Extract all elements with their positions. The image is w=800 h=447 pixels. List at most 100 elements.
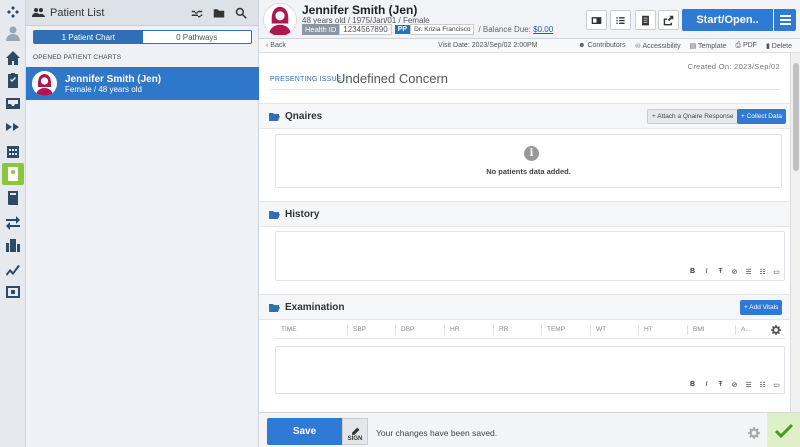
save-button[interactable]: Save [267,418,342,445]
balance-link[interactable]: $0.00 [533,25,553,34]
collect-data-button[interactable]: + Collect Data [737,109,787,124]
main-scrollbar[interactable] [790,53,800,412]
sign-button[interactable]: SIGN [342,418,368,445]
back-link[interactable]: ‹ Back [266,42,286,49]
pen-icon [351,427,359,435]
health-id-value: 1234567890 [339,24,392,35]
hamburger-icon [779,15,791,25]
start-open-button[interactable]: Start/Open.. [682,9,773,31]
inbox-icon[interactable] [2,92,24,114]
folder-open-icon [269,304,280,312]
link-button[interactable]: ⊘ [729,266,740,277]
forward-icon[interactable] [2,116,24,138]
qnaires-empty-text: No patients data added. [486,167,571,176]
transfer-icon[interactable] [2,211,24,233]
history-editor-toolbar: B I Ŧ ⊘ ☰ ☷ ▭ [687,266,782,277]
tab-pathways[interactable]: 0 Pathways [143,31,252,43]
balance-label: / Balance Due: [478,25,531,34]
header-patient-name: Jennifer Smith (Jen) [302,3,418,17]
bullet-list-button[interactable]: ☰ [743,379,754,390]
accessibility-button[interactable]: ♾ Accessibility [635,42,681,50]
start-menu-button[interactable] [774,9,796,31]
patient-card[interactable]: Jennifer Smith (Jen) Female / 48 years o… [26,67,259,100]
info-icon: i [524,146,539,161]
chart-icon[interactable] [2,258,24,280]
vitals-col-more: A... [741,326,751,333]
column-divider [493,325,494,335]
user-icon[interactable] [2,22,24,44]
patient-list-title: Patient List [50,6,105,19]
strikethrough-button[interactable]: Ŧ [715,266,726,277]
building-icon[interactable] [2,234,24,256]
column-divider [590,325,591,335]
filter-icon[interactable] [186,4,208,22]
icon-rail [0,0,26,447]
document-icon [642,15,649,25]
book-icon[interactable] [2,187,24,209]
contributors-label: Contributors [587,42,626,49]
patient-chart-icon[interactable] [2,163,24,185]
screen-icon[interactable] [2,281,24,303]
template-button[interactable]: ▤ Template [690,42,727,50]
vitals-col-ht: HT [644,326,653,333]
chart-toolbar: ‹ Back Visit Date: 2023/Sep/02 2:00PM ☻ … [259,39,800,53]
settings-gear-icon[interactable] [748,427,760,439]
strikethrough-button[interactable]: Ŧ [715,379,726,390]
clipboard-icon[interactable] [2,69,24,91]
search-icon[interactable] [230,4,252,22]
numbered-list-button[interactable]: ☷ [757,379,768,390]
italic-button[interactable]: I [701,379,712,390]
calendar-icon[interactable] [2,140,24,162]
examination-editor[interactable]: B I Ŧ ⊘ ☰ ☷ ▭ [275,346,785,394]
id-card-button[interactable] [586,10,607,30]
examination-section-header: Examination + Add Vitals [259,294,790,320]
bold-button[interactable]: B [687,266,698,277]
vitals-col-hr: HR [450,326,460,333]
tab-patient-charts[interactable]: 1 Patient Chart [34,31,143,43]
share-button[interactable] [658,10,679,30]
balance-due: / Balance Due: $0.00 [478,25,553,34]
vitals-col-wt: WT [596,326,607,333]
document-button[interactable] [635,10,656,30]
presenting-issue-value[interactable]: Undefined Concern [336,71,448,86]
opened-charts-label: OPENED PATIENT CHARTS [33,54,122,61]
vitals-col-bmi: BMI [693,326,705,333]
presenting-issue-divider [270,89,780,90]
expand-button[interactable]: ▭ [771,266,782,277]
vitals-col-dbp: DBP [401,326,415,333]
dashboard-icon[interactable] [2,2,24,24]
bold-button[interactable]: B [687,379,698,390]
accessibility-label: Accessibility [642,43,681,50]
scrollbar-thumb[interactable] [793,63,799,171]
expand-button[interactable]: ▭ [771,379,782,390]
gear-icon[interactable] [771,325,781,335]
qnaires-section-header: Qnaires + Attach a Qnaire Response + Col… [259,103,790,129]
add-vitals-button[interactable]: + Add Vitals [740,300,783,315]
list-view-button[interactable] [610,10,631,30]
patient-header: Jennifer Smith (Jen) 48 years old / 1975… [259,0,800,39]
chart-pathway-toggle: 1 Patient Chart 0 Pathways [33,30,252,44]
chart-tools: ☻ Contributors ♾ Accessibility ▤ Templat… [578,42,792,50]
examination-title: Examination [285,302,345,313]
folder-open-icon [269,211,280,219]
numbered-list-button[interactable]: ☷ [757,266,768,277]
contributors-button[interactable]: ☻ Contributors [578,42,625,50]
column-divider [687,325,688,335]
patient-list-header: Patient List [26,0,258,26]
history-editor[interactable]: B I Ŧ ⊘ ☰ ☷ ▭ [275,231,785,281]
pdf-button[interactable]: ⎙ PDF [735,42,757,50]
presenting-issue-label: PRESENTING ISSUE [270,76,342,83]
save-bar: Save SIGN Your changes have been saved. [259,412,800,447]
folder-icon[interactable] [208,4,230,22]
patient-list-panel: Patient List 1 Patient Chart 0 Pathways … [26,0,259,447]
users-icon [32,8,45,17]
italic-button[interactable]: I [701,266,712,277]
home-icon[interactable] [2,47,24,69]
delete-button[interactable]: ▮ Delete [766,42,792,50]
bullet-list-button[interactable]: ☰ [743,266,754,277]
column-divider [444,325,445,335]
complete-button[interactable] [767,413,800,447]
attach-qnaire-button[interactable]: + Attach a Qnaire Response [647,109,739,124]
column-divider [395,325,396,335]
link-button[interactable]: ⊘ [729,379,740,390]
